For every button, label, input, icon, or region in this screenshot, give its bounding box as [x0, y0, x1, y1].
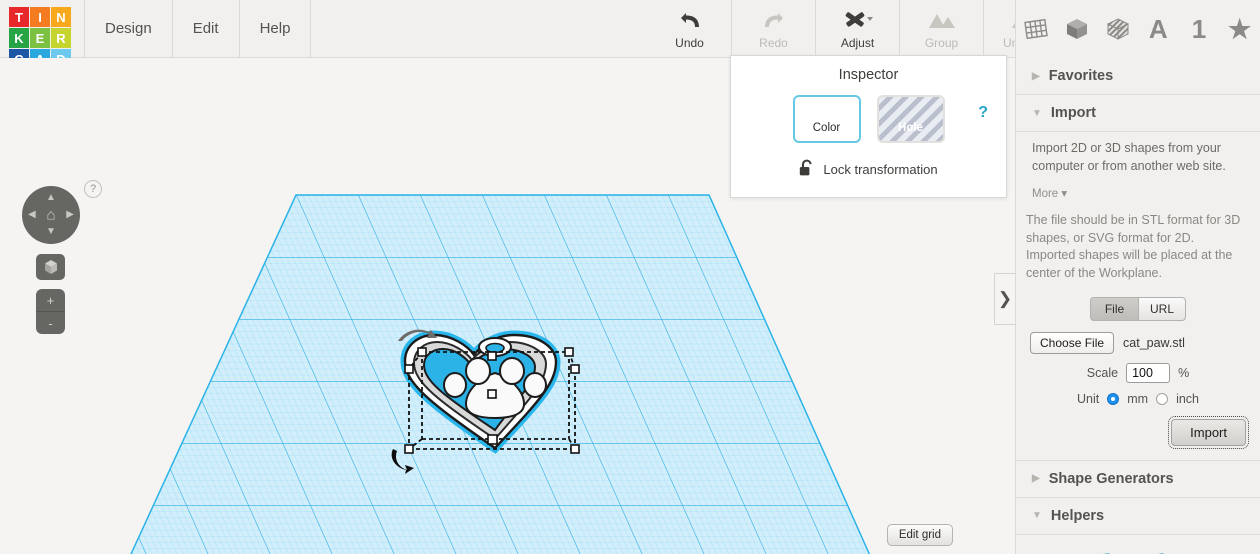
file-chooser-row: Choose File cat_paw.stl	[1030, 331, 1260, 354]
chevron-right-icon: ▶	[1032, 70, 1040, 82]
import-description: Import 2D or 3D shapes from your compute…	[1032, 141, 1226, 173]
menu-item-help[interactable]: Help	[240, 0, 312, 58]
nav-right-arrow-icon[interactable]: ▶	[66, 210, 74, 220]
undo-label: Undo	[675, 36, 704, 50]
import-source-tabs: File URL	[1016, 296, 1260, 321]
unit-radio-inch[interactable]	[1156, 392, 1169, 405]
sidebar-section-helpers[interactable]: ▼ Helpers	[1016, 498, 1260, 535]
chevron-down-icon: ▼	[1032, 107, 1042, 119]
tinkercad-app: T I N K E R C A D Design Edit Help Undo	[0, 0, 1260, 554]
text-tool-icon[interactable]: A	[1142, 12, 1174, 46]
import-more-toggle[interactable]: More ▾	[1016, 178, 1260, 202]
color-swatch-button[interactable]: Color	[792, 95, 861, 143]
sidebar-collapse-toggle[interactable]: ❯	[994, 273, 1015, 325]
fit-cube-icon	[44, 260, 57, 274]
edit-grid-button[interactable]: Edit grid	[886, 524, 953, 546]
group-button[interactable]: Group	[900, 0, 984, 58]
tab-file[interactable]: File	[1090, 296, 1138, 321]
logo-tile-e: E	[30, 28, 50, 48]
redo-arrow-icon	[762, 8, 786, 32]
choose-file-button[interactable]: Choose File	[1030, 331, 1115, 354]
unit-radio-mm[interactable]	[1107, 392, 1120, 405]
undo-button[interactable]: Undo	[648, 0, 732, 58]
sidebar-section-shape-generators[interactable]: ▶ Shape Generators	[1016, 459, 1260, 498]
chevron-right-icon: ▶	[1032, 473, 1040, 485]
logo-tile-t: T	[9, 7, 29, 27]
number-tool-glyph: 1	[1191, 14, 1207, 44]
menu-item-edit[interactable]: Edit	[173, 0, 240, 58]
fit-view-button[interactable]	[36, 254, 65, 280]
text-tool-glyph: A	[1148, 14, 1168, 44]
workplane-grid-icon[interactable]	[1020, 12, 1052, 46]
color-swatch-label: Color	[812, 122, 841, 134]
percent-label: %	[1178, 365, 1190, 380]
unlocked-padlock-icon	[799, 159, 814, 180]
lock-transformation-label: Lock transformation	[823, 162, 938, 177]
zoom-in-button[interactable]: +	[36, 289, 65, 312]
import-action-row: Import	[1016, 415, 1260, 449]
top-toolbar: T I N K E R C A D Design Edit Help Undo	[0, 0, 1260, 69]
chosen-file-name: cat_paw.stl	[1123, 335, 1185, 350]
redo-label: Redo	[759, 36, 788, 50]
shape-generators-label: Shape Generators	[1048, 470, 1174, 487]
inspector-title: Inspector	[838, 67, 899, 83]
zoom-out-button[interactable]: -	[36, 312, 65, 334]
nav-up-arrow-icon[interactable]: ▲	[46, 193, 56, 203]
main-menu: Design Edit Help	[84, 0, 312, 58]
adjust-label: Adjust	[840, 36, 875, 50]
helpers-section-label: Helpers	[1050, 507, 1105, 524]
sidebar-section-import[interactable]: ▼ Import	[1016, 95, 1260, 132]
pencil-ruler-icon	[843, 8, 873, 32]
logo-tile-n: N	[51, 7, 71, 27]
logo-tile-i: I	[30, 7, 50, 27]
unit-row: Unit mm inch	[1016, 392, 1260, 406]
group-shapes-icon	[925, 8, 959, 32]
adjust-button[interactable]: Adjust	[816, 0, 900, 58]
edit-tools-group: Undo Redo Adjust Group	[648, 0, 1068, 58]
hole-cube-icon[interactable]	[1102, 12, 1134, 46]
scale-input[interactable]	[1126, 362, 1171, 383]
undo-arrow-icon	[678, 8, 702, 32]
view-navigation-pad[interactable]: ▲ ▼ ◀ ▶ ⌂	[22, 186, 80, 244]
home-view-icon[interactable]: ⌂	[46, 207, 55, 224]
inspector-panel: Inspector Color Hole ? Lock transformati…	[730, 55, 1007, 198]
number-tool-icon[interactable]: 1	[1183, 12, 1215, 46]
import-fine-print: The file should be in STL format for 3D …	[1026, 212, 1241, 281]
favorites-star-glyph: ★	[1227, 14, 1252, 44]
zoom-controls[interactable]: + -	[36, 289, 65, 334]
helpers-thumbnails	[1016, 535, 1260, 554]
unit-inch-label: inch	[1176, 391, 1199, 406]
hole-swatch-label: Hole	[898, 122, 923, 134]
solid-cube-icon[interactable]	[1061, 12, 1093, 46]
nav-left-arrow-icon[interactable]: ◀	[28, 210, 36, 220]
sidebar-section-favorites[interactable]: ▶ Favorites	[1016, 58, 1260, 95]
inspector-swatches: Color Hole	[731, 95, 1006, 143]
shape-palette-toolbar: A 1 ★	[1015, 0, 1260, 58]
favorites-star-icon[interactable]: ★	[1224, 12, 1256, 46]
unit-label: Unit	[1077, 391, 1100, 406]
logo-tile-r: R	[51, 28, 71, 48]
logo-tile-k: K	[9, 28, 29, 48]
tab-url[interactable]: URL	[1138, 296, 1186, 321]
scale-row: Scale %	[1016, 362, 1260, 383]
lock-transformation-row[interactable]: Lock transformation	[731, 159, 1006, 180]
scale-label: Scale	[1086, 365, 1119, 380]
menu-item-design[interactable]: Design	[84, 0, 173, 58]
favorites-section-label: Favorites	[1048, 68, 1114, 84]
chevron-down-icon: ▼	[1032, 510, 1042, 522]
import-section-label: Import	[1050, 105, 1097, 121]
hole-swatch-button[interactable]: Hole	[876, 95, 945, 143]
canvas-help-badge[interactable]: ?	[84, 180, 102, 198]
nav-down-arrow-icon[interactable]: ▼	[46, 227, 56, 237]
redo-button[interactable]: Redo	[732, 0, 816, 58]
inspector-help-icon[interactable]: ?	[978, 104, 988, 122]
unit-mm-label: mm	[1127, 391, 1149, 406]
group-label: Group	[924, 36, 959, 50]
import-button[interactable]: Import	[1168, 415, 1249, 449]
right-sidebar: ▶ Favorites ▼ Import Import 2D or 3D sha…	[1015, 58, 1260, 554]
